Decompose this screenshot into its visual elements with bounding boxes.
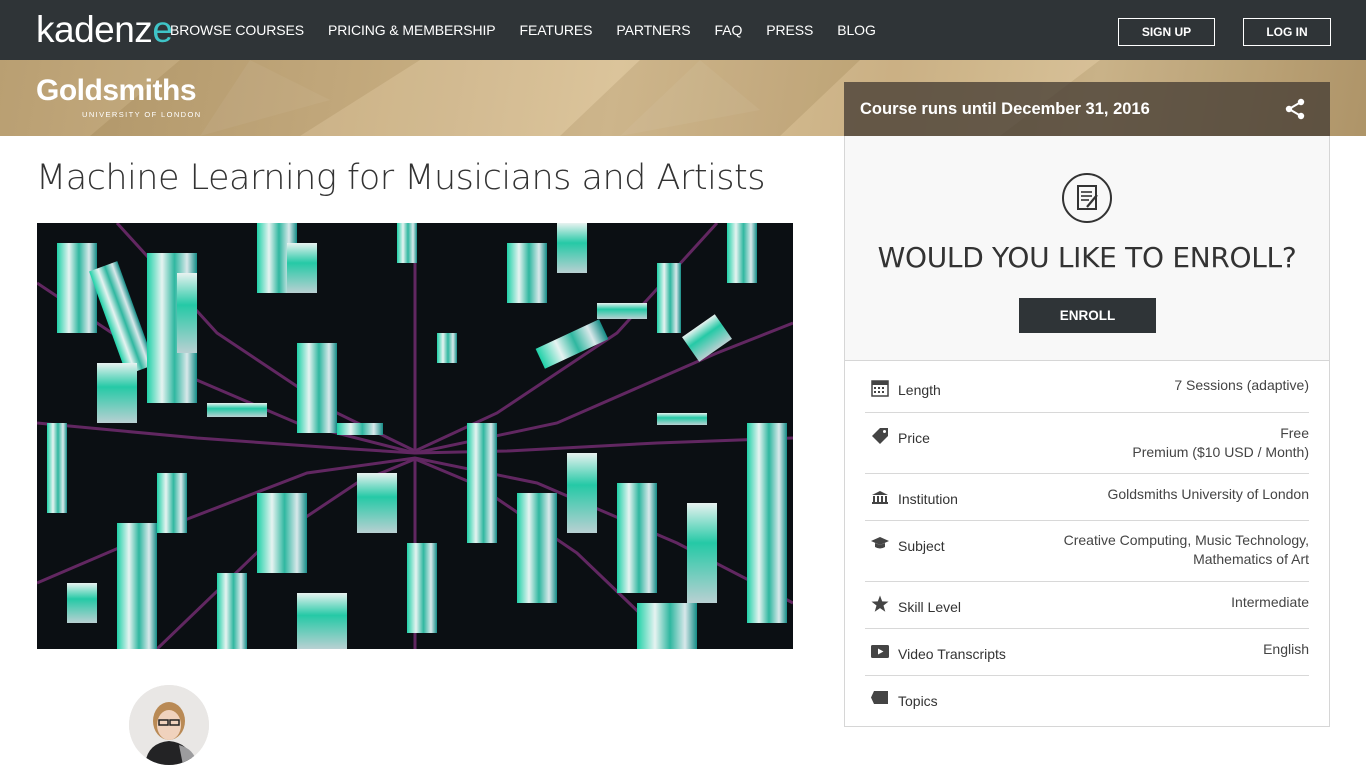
logo-text: kadenz xyxy=(36,9,153,50)
detail-value-line2: Premium ($10 USD / Month) xyxy=(1132,444,1309,460)
avatar-portrait xyxy=(129,685,209,765)
detail-value: English xyxy=(1263,641,1309,657)
course-runs-bar: Course runs until December 31, 2016 xyxy=(844,82,1330,136)
detail-label: Length xyxy=(898,382,941,398)
enroll-section: WOULD YOU LIKE TO ENROLL? ENROLL xyxy=(845,136,1329,361)
log-in-button[interactable]: LOG IN xyxy=(1243,18,1331,46)
detail-row-subject: Subject Creative Computing, Music Techno… xyxy=(865,521,1309,582)
detail-label: Subject xyxy=(898,538,945,554)
detail-label: Price xyxy=(898,430,930,446)
nav-link-pricing-membership[interactable]: PRICING & MEMBERSHIP xyxy=(328,22,496,38)
detail-value: Goldsmiths University of London xyxy=(1107,486,1309,502)
glitch-artwork xyxy=(37,223,793,649)
share-icon[interactable] xyxy=(1284,98,1306,120)
enroll-question: WOULD YOU LIKE TO ENROLL? xyxy=(877,241,1297,274)
instructor-avatar[interactable] xyxy=(129,685,209,765)
detail-row-length: Length 7 Sessions (adaptive) xyxy=(865,362,1309,413)
detail-label: Institution xyxy=(898,491,958,507)
nav-link-partners[interactable]: PARTNERS xyxy=(616,22,690,38)
tag-icon xyxy=(872,428,888,444)
detail-row-institution: Institution Goldsmiths University of Lon… xyxy=(865,474,1309,521)
detail-row-topics: Topics xyxy=(865,676,1309,726)
topics-tag-icon xyxy=(871,691,888,704)
kadenze-logo[interactable]: kadenze xyxy=(36,9,173,50)
nav-links: BROWSE COURSES PRICING & MEMBERSHIP FEAT… xyxy=(170,0,900,60)
detail-value-line1: Free xyxy=(1280,425,1309,441)
detail-value: 7 Sessions (adaptive) xyxy=(1174,377,1309,393)
graduation-cap-icon xyxy=(871,537,889,549)
institution-icon xyxy=(872,491,888,504)
enrollment-card: WOULD YOU LIKE TO ENROLL? ENROLL Length … xyxy=(844,136,1330,727)
goldsmiths-logo[interactable]: Goldsmiths UNIVERSITY OF LONDON xyxy=(36,74,200,120)
detail-row-video-transcripts: Video Transcripts English xyxy=(865,629,1309,676)
enroll-document-icon xyxy=(1062,173,1112,223)
detail-row-skill-level: Skill Level Intermediate xyxy=(865,582,1309,629)
course-runs-text: Course runs until December 31, 2016 xyxy=(860,99,1150,118)
nav-link-features[interactable]: FEATURES xyxy=(520,22,593,38)
detail-label: Video Transcripts xyxy=(898,646,1006,662)
institution-subtitle: UNIVERSITY OF LONDON xyxy=(82,110,202,119)
nav-link-faq[interactable]: FAQ xyxy=(715,22,743,38)
course-details-list: Length 7 Sessions (adaptive) Price Free … xyxy=(865,362,1309,726)
detail-value-line2: Mathematics of Art xyxy=(1193,551,1309,567)
enroll-button[interactable]: ENROLL xyxy=(1019,298,1156,333)
nav-link-browse-courses[interactable]: BROWSE COURSES xyxy=(170,22,304,38)
top-navigation: kadenze BROWSE COURSES PRICING & MEMBERS… xyxy=(0,0,1366,60)
institution-name: Goldsmiths xyxy=(36,74,197,107)
detail-row-price: Price Free Premium ($10 USD / Month) xyxy=(865,413,1309,474)
detail-value-line1: Creative Computing, Music Technology, xyxy=(1063,532,1309,548)
detail-label[interactable]: Topics xyxy=(898,693,938,709)
detail-value: Intermediate xyxy=(1231,594,1309,610)
detail-label: Skill Level xyxy=(898,599,962,615)
calendar-icon xyxy=(871,380,889,397)
sign-up-button[interactable]: SIGN UP xyxy=(1118,18,1215,46)
nav-link-press[interactable]: PRESS xyxy=(766,22,813,38)
nav-link-blog[interactable]: BLOG xyxy=(837,22,876,38)
star-icon xyxy=(871,595,889,612)
course-title: Machine Learning for Musicians and Artis… xyxy=(36,158,766,198)
video-icon xyxy=(871,645,889,658)
course-hero-image xyxy=(37,223,793,649)
